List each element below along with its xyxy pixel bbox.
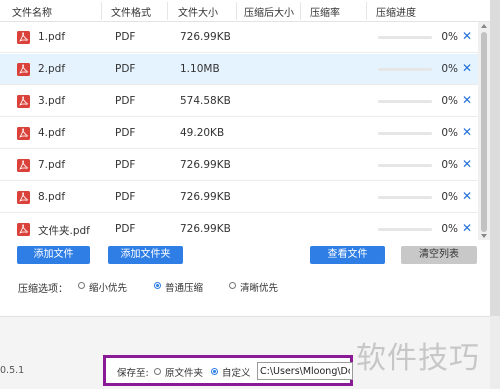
watermark-text: 软件技巧 [356, 341, 480, 376]
pdf-file-icon [17, 95, 30, 108]
compression-option-label[interactable]: 清晰优先 [240, 280, 278, 294]
file-format: PDF [115, 159, 136, 171]
progress-bar [378, 36, 432, 39]
save-option-radio[interactable] [154, 368, 161, 375]
file-format: PDF [115, 191, 136, 203]
progress-bar [378, 100, 432, 103]
file-size: 49.20KB [180, 127, 225, 139]
progress-bar [378, 196, 432, 199]
save-location-bar: 保存至: 原文件夹 自定义 [103, 355, 353, 386]
file-name: 4.pdf [38, 127, 66, 139]
save-option-label[interactable]: 原文件夹 [165, 365, 203, 379]
file-row[interactable]: 7.pdf PDF 726.99KB 0% ✕ [0, 150, 478, 181]
file-row[interactable]: 3.pdf PDF 574.58KB 0% ✕ [0, 86, 478, 117]
save-to-label: 保存至: [117, 368, 149, 379]
version-label: 0.5.1 [0, 365, 25, 376]
file-name: 2.pdf [38, 63, 66, 75]
file-name: 3.pdf [38, 95, 66, 107]
compression-options-label: 压缩选项： [18, 284, 68, 295]
file-name: 7.pdf [38, 159, 66, 171]
file-format: PDF [115, 63, 136, 75]
remove-file-icon[interactable]: ✕ [462, 93, 472, 107]
header-compressed-size[interactable]: 压缩后大小 [244, 4, 294, 19]
header-divider [300, 2, 301, 20]
file-row[interactable]: 1.pdf PDF 726.99KB 0% ✕ [0, 22, 478, 53]
remove-file-icon[interactable]: ✕ [462, 189, 472, 203]
progress-bar [378, 228, 432, 231]
compression-option-radio[interactable] [154, 282, 161, 289]
progress-percent: 0% [441, 95, 458, 107]
scroll-up-arrow-icon[interactable] [481, 24, 487, 28]
file-row[interactable]: 2.pdf PDF 1.10MB 0% ✕ [0, 54, 478, 85]
compression-option-radio[interactable] [78, 282, 85, 289]
file-format: PDF [115, 95, 136, 107]
header-divider [101, 2, 102, 20]
remove-file-icon[interactable]: ✕ [462, 157, 472, 171]
file-size: 726.99KB [180, 191, 231, 203]
header-divider [167, 2, 168, 20]
progress-bar [378, 164, 432, 167]
file-name: 1.pdf [38, 31, 66, 43]
file-size: 726.99KB [180, 31, 231, 43]
pdf-file-icon [17, 191, 30, 204]
view-files-button[interactable]: 查看文件 [310, 246, 385, 264]
header-file-size[interactable]: 文件大小 [178, 4, 218, 19]
window-edge-bottom [490, 316, 500, 389]
save-path-input[interactable] [257, 362, 353, 380]
compression-option-label[interactable]: 普通压缩 [165, 280, 203, 294]
header-ratio[interactable]: 压缩率 [310, 4, 340, 19]
file-size: 574.58KB [180, 95, 231, 107]
clear-list-button[interactable]: 清空列表 [401, 246, 477, 264]
pdf-file-icon [17, 159, 30, 172]
file-row[interactable]: 8.pdf PDF 726.99KB 0% ✕ [0, 182, 478, 213]
pdf-file-icon [17, 223, 30, 236]
add-file-button[interactable]: 添加文件 [17, 246, 90, 264]
file-list: 1.pdf PDF 726.99KB 0% ✕ 2.pdf PDF 1.10MB 0% ✕ 3.pd… [0, 22, 490, 240]
scroll-thumb[interactable] [481, 32, 487, 232]
progress-percent: 0% [441, 63, 458, 75]
progress-percent: 0% [441, 223, 458, 235]
header-divider [236, 2, 237, 20]
file-format: PDF [115, 31, 136, 43]
file-list-scrollbar[interactable] [478, 22, 490, 240]
progress-percent: 0% [441, 127, 458, 139]
progress-bar [378, 132, 432, 135]
progress-percent: 0% [441, 31, 458, 43]
file-size: 1.10MB [180, 63, 220, 75]
file-size: 726.99KB [180, 223, 231, 235]
file-table-header: 文件名称 文件格式 文件大小 压缩后大小 压缩率 压缩进度 [0, 0, 490, 22]
remove-file-icon[interactable]: ✕ [462, 125, 472, 139]
remove-file-icon[interactable]: ✕ [462, 29, 472, 43]
progress-percent: 0% [441, 159, 458, 171]
header-progress[interactable]: 压缩进度 [376, 4, 416, 19]
compression-option-label[interactable]: 缩小优先 [89, 280, 127, 294]
file-row[interactable]: 4.pdf PDF 49.20KB 0% ✕ [0, 118, 478, 149]
file-name: 8.pdf [38, 191, 66, 203]
header-file-name[interactable]: 文件名称 [12, 4, 52, 19]
save-option-label[interactable]: 自定义 [222, 365, 251, 379]
progress-percent: 0% [441, 191, 458, 203]
file-name: 文件夹.pdf [38, 225, 90, 237]
file-format: PDF [115, 127, 136, 139]
remove-file-icon[interactable]: ✕ [462, 61, 472, 75]
pdf-file-icon [17, 31, 30, 44]
pdf-file-icon [17, 63, 30, 76]
header-file-format[interactable]: 文件格式 [111, 4, 151, 19]
save-option-radio[interactable] [211, 368, 218, 375]
file-row[interactable]: 文件夹.pdf PDF 726.99KB 0% ✕ [0, 214, 478, 240]
pdf-file-icon [17, 127, 30, 140]
remove-file-icon[interactable]: ✕ [462, 221, 472, 235]
scroll-down-arrow-icon[interactable] [481, 234, 487, 238]
add-folder-button[interactable]: 添加文件夹 [108, 246, 183, 264]
header-divider [366, 2, 367, 20]
compression-option-radio[interactable] [229, 282, 236, 289]
file-format: PDF [115, 223, 136, 235]
file-size: 726.99KB [180, 159, 231, 171]
progress-bar [378, 68, 432, 71]
